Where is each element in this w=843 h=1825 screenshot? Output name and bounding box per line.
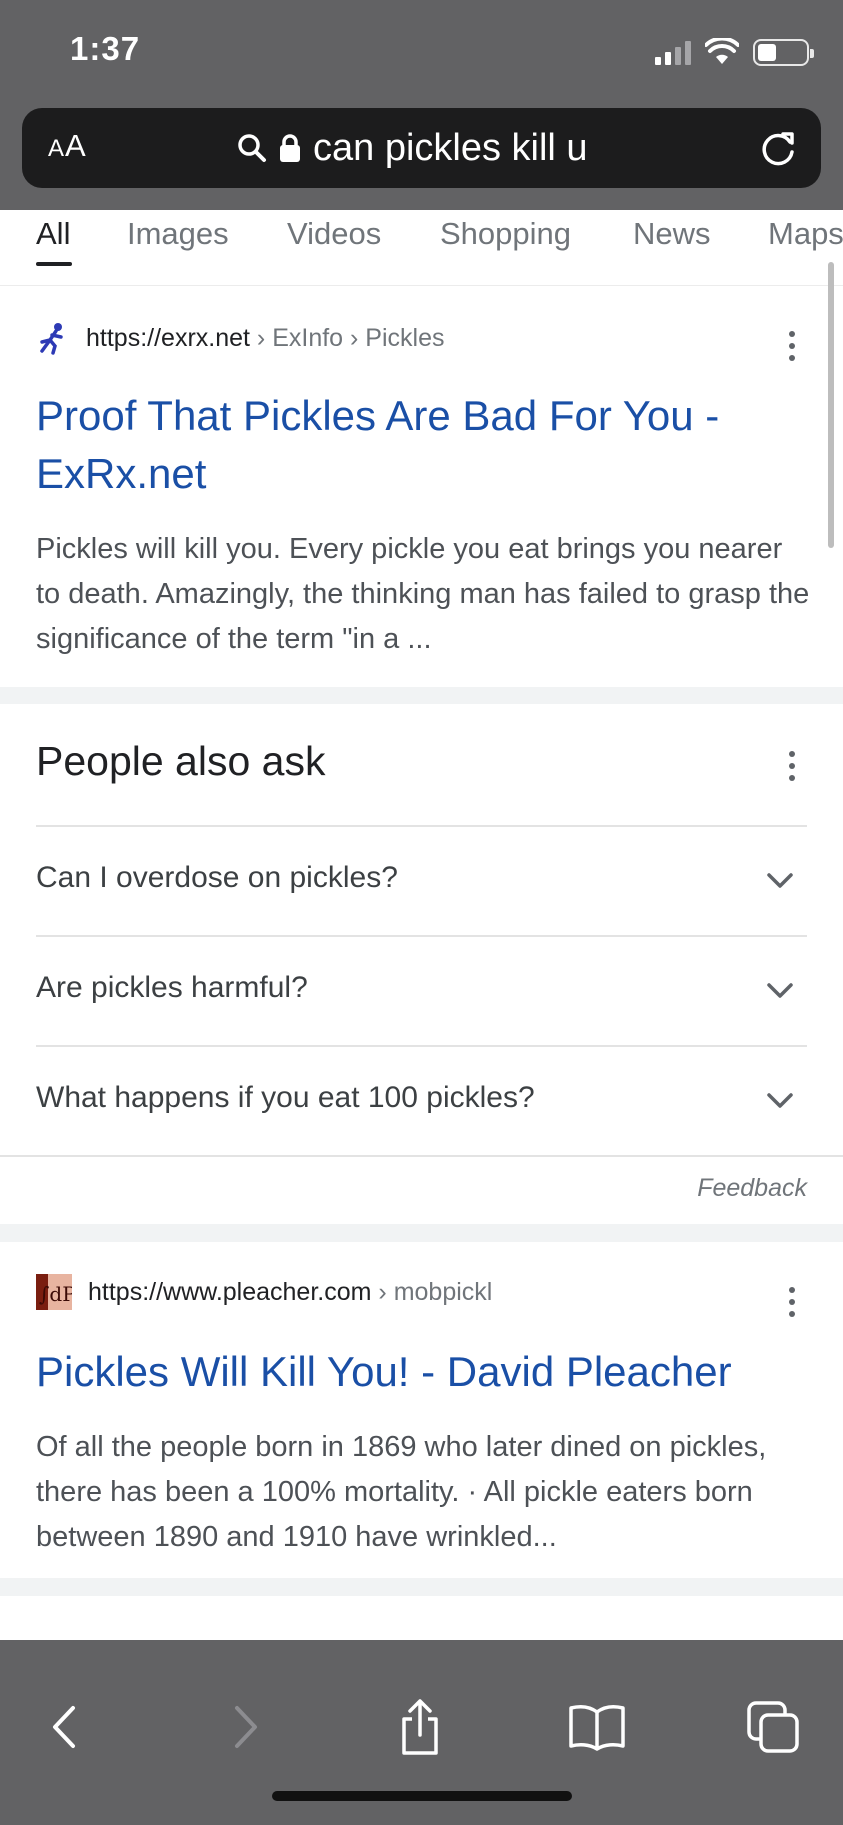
result-url: https://exrx.net bbox=[86, 323, 250, 352]
svg-text:∫dP: ∫dP bbox=[39, 1282, 72, 1306]
tabs-button[interactable] bbox=[738, 1692, 808, 1762]
paa-question-text: What happens if you eat 100 pickles? bbox=[36, 1081, 535, 1114]
tab-all[interactable]: All bbox=[36, 216, 70, 252]
search-tabs: All Images Videos Shopping News Maps bbox=[0, 210, 843, 286]
share-icon bbox=[402, 1699, 438, 1755]
status-time: 1:37 bbox=[70, 30, 141, 67]
status-icons bbox=[655, 36, 814, 68]
people-also-ask-title: People also ask bbox=[36, 738, 326, 784]
feedback-link[interactable]: Feedback bbox=[697, 1174, 807, 1203]
chevron-down-icon bbox=[767, 1093, 793, 1108]
result-title-link[interactable]: Pickles Will Kill You! - David Pleacher bbox=[36, 1343, 826, 1401]
active-tab-underline bbox=[36, 262, 72, 266]
tab-news[interactable]: News bbox=[633, 216, 711, 252]
tabs-icon bbox=[747, 1701, 799, 1753]
home-indicator[interactable] bbox=[272, 1791, 572, 1801]
back-icon bbox=[53, 1706, 75, 1748]
result-source[interactable]: https://exrx.net › ExInfo › Pickles bbox=[36, 321, 444, 355]
paa-question[interactable]: Can I overdose on pickles? bbox=[36, 825, 807, 935]
result-snippet: Pickles will kill you. Every pickle you … bbox=[36, 533, 810, 655]
bookmarks-icon bbox=[569, 1705, 625, 1751]
paa-question[interactable]: What happens if you eat 100 pickles? bbox=[36, 1045, 807, 1155]
result-title-link[interactable]: Proof That Pickles Are Bad For You - ExR… bbox=[36, 387, 796, 503]
reload-icon[interactable] bbox=[759, 128, 799, 168]
paa-question-text: Are pickles harmful? bbox=[36, 971, 308, 1004]
bookmarks-button[interactable] bbox=[562, 1692, 632, 1762]
section-divider bbox=[0, 1578, 843, 1596]
paa-question-text: Can I overdose on pickles? bbox=[36, 861, 398, 894]
result-breadcrumb: › mobpickl bbox=[378, 1277, 493, 1306]
forward-icon bbox=[235, 1706, 257, 1748]
exrx-favicon-icon bbox=[40, 323, 63, 355]
result-url: https://www.pleacher.com bbox=[88, 1277, 372, 1306]
chevron-down-icon bbox=[767, 983, 793, 998]
lock-icon bbox=[280, 134, 300, 162]
tab-videos[interactable]: Videos bbox=[287, 216, 381, 252]
more-options-icon[interactable] bbox=[786, 1287, 798, 1317]
section-divider bbox=[0, 1224, 843, 1242]
tab-maps[interactable]: Maps bbox=[768, 216, 843, 252]
search-result: https://exrx.net › ExInfo › Pickles Proo… bbox=[0, 287, 843, 687]
divider bbox=[0, 1155, 843, 1157]
search-result: ∫dP https://www.pleacher.com › mobpickl … bbox=[0, 1242, 843, 1578]
reader-settings-button[interactable]: AA bbox=[48, 128, 87, 164]
tab-shopping[interactable]: Shopping bbox=[440, 216, 571, 252]
next-result-peek bbox=[0, 1596, 843, 1640]
result-snippet: Of all the people born in 1869 who later… bbox=[36, 1431, 767, 1553]
more-options-icon[interactable] bbox=[786, 331, 798, 361]
battery-icon bbox=[753, 38, 814, 66]
address-field[interactable]: can pickles kill u bbox=[237, 122, 588, 174]
back-button[interactable] bbox=[30, 1692, 100, 1762]
result-breadcrumb: › ExInfo › Pickles bbox=[256, 323, 445, 352]
wifi-icon bbox=[705, 38, 739, 64]
chevron-down-icon bbox=[767, 873, 793, 888]
scrollbar[interactable] bbox=[828, 262, 834, 548]
section-divider bbox=[0, 687, 843, 704]
search-icon bbox=[238, 134, 266, 162]
browser-top-bar: 1:37 AA can pickles kill u bbox=[0, 0, 843, 210]
more-options-icon[interactable] bbox=[786, 751, 798, 781]
search-query: can pickles kill u bbox=[313, 126, 588, 169]
forward-button[interactable] bbox=[210, 1692, 280, 1762]
result-source[interactable]: ∫dP https://www.pleacher.com › mobpickl bbox=[36, 1274, 492, 1310]
cellular-signal-icon bbox=[655, 39, 691, 65]
pleacher-favicon-icon: ∫dP bbox=[36, 1274, 72, 1310]
address-bar[interactable]: AA can pickles kill u bbox=[22, 108, 821, 188]
paa-question[interactable]: Are pickles harmful? bbox=[36, 935, 807, 1045]
tab-images[interactable]: Images bbox=[127, 216, 229, 252]
share-button[interactable] bbox=[385, 1692, 455, 1762]
